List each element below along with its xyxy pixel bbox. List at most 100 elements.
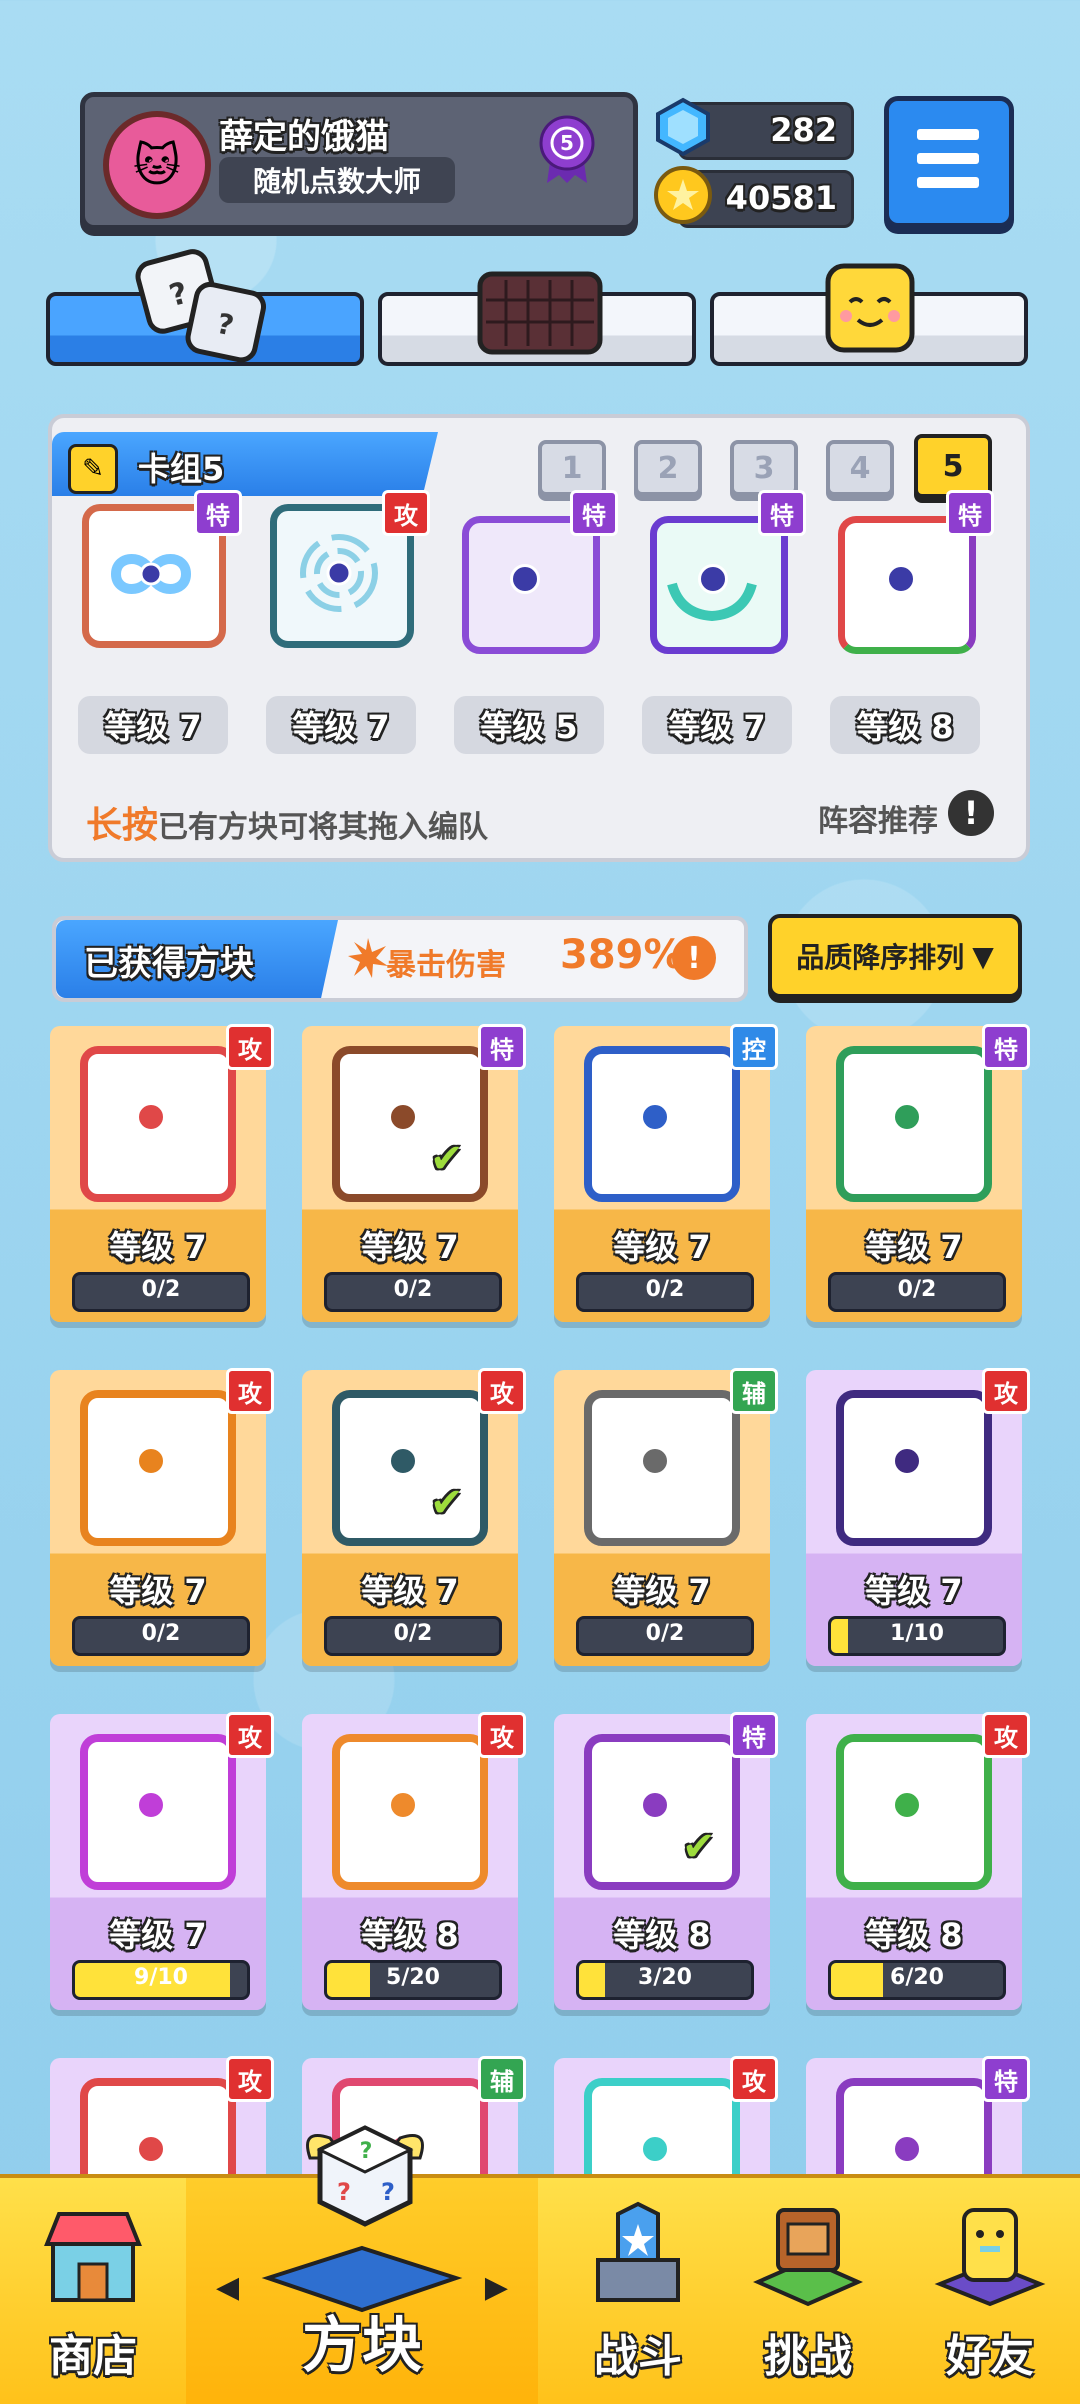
type-tag: 攻 [982,1712,1030,1758]
type-tag: 辅 [478,2056,526,2102]
svg-text:?: ? [381,2178,395,2206]
snowflake-dice-icon [584,1046,740,1202]
dice-card[interactable]: 攻 ✔ 等级 7 0/2 [302,1368,526,1666]
type-tag: 攻 [982,1368,1030,1414]
nav-battle[interactable]: 战斗 [548,2178,728,2404]
battle-icon [596,2201,680,2302]
nav-battle-label: 战斗 [594,2331,682,2382]
nav-challenge[interactable]: 挑战 [718,2178,898,2404]
edit-pencil-icon[interactable]: ✎ [68,444,118,494]
type-tag: 攻 [478,1712,526,1758]
avatar[interactable]: 🐱 [103,111,211,219]
progress-text: 0/2 [393,1277,433,1302]
upgrade-progress-bar: 6/20 [828,1960,1006,2000]
deck-slot-level: 等级 5 [454,696,604,754]
progress-text: 0/2 [645,1277,685,1302]
dice-pip [892,1790,922,1820]
upgrade-progress-bar: 0/2 [324,1272,502,1312]
menu-button[interactable] [884,96,1014,228]
in-deck-check-icon: ✔ [682,1824,716,1870]
dice-pip [892,2134,922,2164]
player-title: 随机点数大师 [219,157,455,203]
deck-slot-3[interactable]: 特 [452,490,618,654]
progress-text: 0/2 [141,1277,181,1302]
dice-pip [640,1446,670,1476]
nav-friends[interactable]: 好友 [900,2178,1080,2404]
clock-dice-icon [584,1390,740,1546]
dice-card[interactable]: 特等级 7 0/2 [806,1024,1030,1322]
dice-card[interactable]: 控等级 7 0/2 [554,1024,778,1322]
dice-pip [388,1446,418,1476]
card-level: 等级 7 [613,1228,711,1266]
card-level: 等级 7 [361,1572,459,1610]
nav-challenge-label: 挑战 [764,2331,852,2382]
sort-dropdown[interactable]: 品质降序排列 ▼ [768,914,1022,998]
dice-card[interactable]: 攻等级 8 5/20 [302,1712,526,2010]
deck-number-3[interactable]: 3 [730,440,798,496]
obtained-header: 已获得方块 暴击伤害 389% ! [52,916,748,1002]
nav-shop[interactable]: 商店 [0,2178,186,2404]
dice-card[interactable]: 特 ✔ 等级 7 0/2 [302,1024,526,1322]
info-icon[interactable]: ! [948,790,994,836]
dice-pedestal-icon [261,2245,463,2313]
progress-text: 1/10 [890,1621,944,1646]
type-tag: 特 [758,490,806,536]
card-level: 等级 7 [865,1228,963,1266]
in-deck-check-icon: ✔ [430,1136,464,1182]
deck-slot-4[interactable]: 特 [640,490,806,654]
crit-damage-label: 暴击伤害 [386,948,506,983]
progress-text: 9/10 [134,1965,188,1990]
deck-number-4[interactable]: 4 [826,440,894,496]
lineup-recommend-label[interactable]: 阵容推荐 [818,796,938,840]
deck-number-1[interactable]: 1 [538,440,606,496]
star-burst-dice-icon [80,1046,236,1202]
type-tag: 攻 [226,1368,274,1414]
deck-slot-1[interactable]: 特 [76,490,242,648]
dice-card[interactable]: 辅等级 7 0/2 [554,1368,778,1666]
dice-pip [640,2134,670,2164]
card-level: 等级 8 [361,1916,459,1954]
nav-right-arrow-icon[interactable]: ▶ [485,2270,508,2305]
nav-shop-label: 商店 [49,2331,137,2382]
type-tag: 特 [946,490,994,536]
deck-number-5[interactable]: 5 [914,434,992,498]
dice-card[interactable]: 攻等级 7 0/2 [50,1024,274,1322]
upgrade-progress-bar: 0/2 [72,1272,250,1312]
dice-card[interactable]: 攻等级 7 1/10 [806,1368,1030,1666]
dark-vortex-dice-icon [332,1390,488,1546]
dice-pip [136,1102,166,1132]
dice-card[interactable]: 攻等级 7 9/10 [50,1712,274,2010]
progress-text: 6/20 [890,1965,944,1990]
deck-slot-2[interactable]: 攻 [264,490,430,648]
dice-pip [388,1102,418,1132]
dice-card[interactable]: 特 ✔ 等级 8 3/20 [554,1712,778,2010]
scythe-dice-icon [836,1390,992,1546]
nav-left-arrow-icon[interactable]: ◀ [216,2270,239,2305]
deck-slot-level: 等级 8 [830,696,980,754]
type-tag: 攻 [226,1024,274,1070]
smile-emote-icon [825,263,915,353]
rainbow-dice-icon [584,1734,740,1890]
type-tag: 特 [982,1024,1030,1070]
card-level: 等级 7 [109,1916,207,1954]
pentagram-dice-icon [836,1046,992,1202]
progress-text: 5/20 [386,1965,440,1990]
dice-pip [136,1446,166,1476]
card-level: 等级 7 [613,1572,711,1610]
type-tag: 特 [194,490,242,536]
dice-pip [640,1102,670,1132]
winged-dice-icon: ? ? ? [306,2125,424,2227]
deck-number-2[interactable]: 2 [634,440,702,496]
deck-slot-5[interactable]: 特 [828,490,994,654]
upgrade-progress-bar: 0/2 [72,1616,250,1656]
infinity-dice-icon [332,1046,488,1202]
obtained-title: 已获得方块 [84,944,254,984]
dice-card[interactable]: 攻等级 7 0/2 [50,1368,274,1666]
nav-dice[interactable]: ? ? ? ◀ ▶ 方块 [186,2125,538,2404]
progress-text: 0/2 [645,1621,685,1646]
biohazard-dice-icon [836,1734,992,1890]
crit-info-icon[interactable]: ! [672,936,716,980]
profile-panel[interactable]: 🐱 薛定的饿猫 随机点数大师 5 [80,92,638,230]
dice-card[interactable]: 攻等级 8 6/20 [806,1712,1030,2010]
gem-icon [656,97,710,157]
